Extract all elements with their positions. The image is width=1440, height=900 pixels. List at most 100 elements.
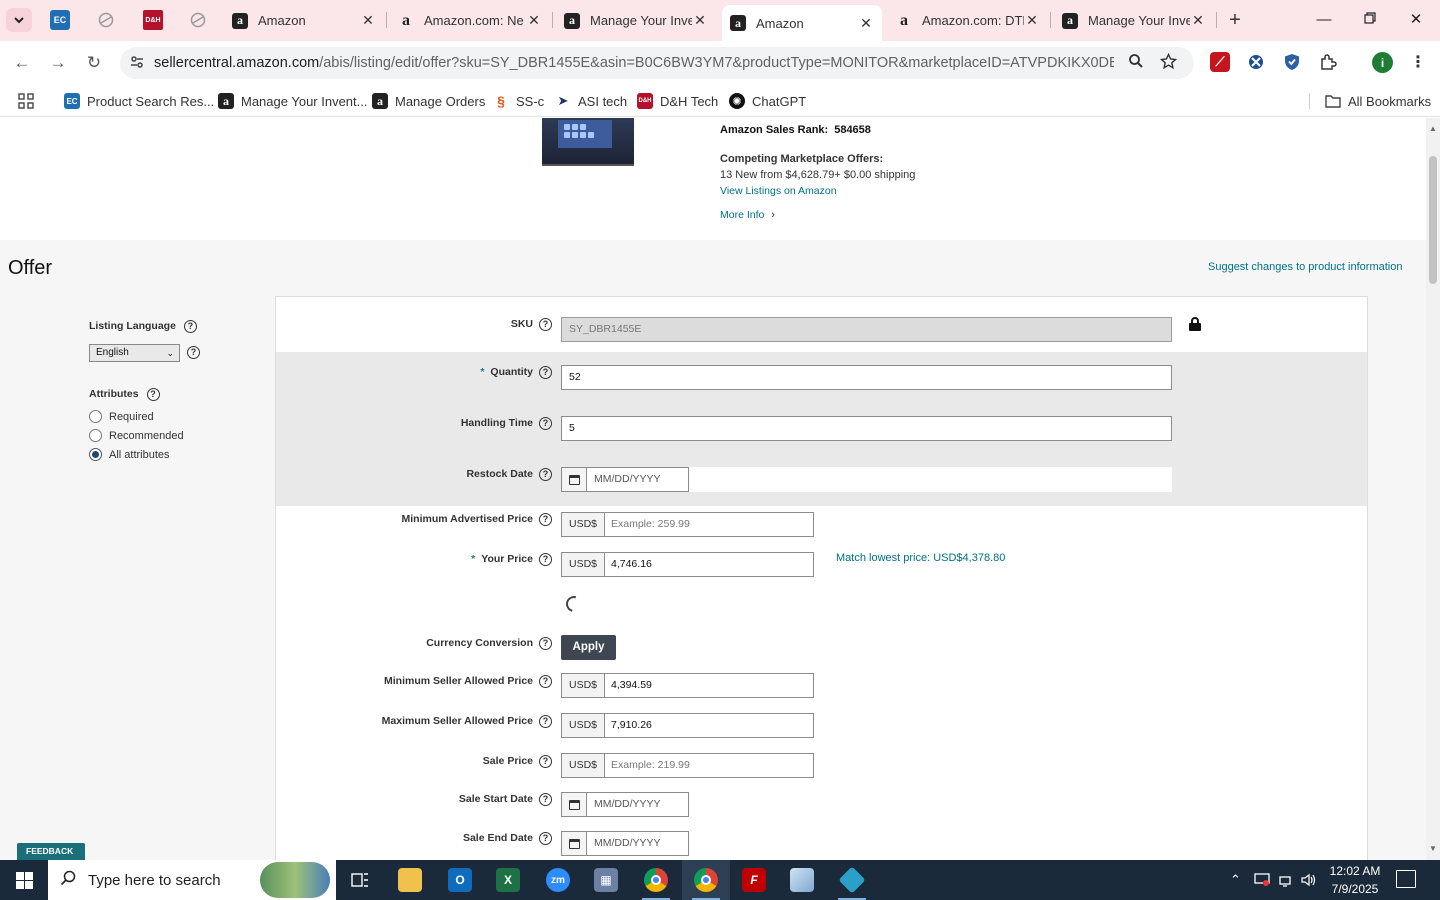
suggest-changes-link[interactable]: Suggest changes to product information [1208, 261, 1402, 273]
attribute-option-recommended[interactable]: Recommended [89, 429, 184, 442]
tab-manage-inventory-1[interactable]: a Manage Your Inve ✕ [556, 5, 716, 36]
close-window-button[interactable]: ✕ [1404, 8, 1428, 32]
forward-button[interactable]: → [46, 51, 70, 75]
bookmark-chatgpt[interactable]: ✺ ChatGPT [729, 92, 806, 110]
close-icon[interactable]: ✕ [360, 12, 376, 29]
start-button[interactable] [0, 860, 48, 900]
more-info-link[interactable]: More Info › [720, 209, 775, 221]
zoom-app[interactable]: zm [534, 860, 582, 900]
calculator-app[interactable]: ▦ [582, 860, 630, 900]
feedback-tab[interactable]: FEEDBACK ✕ [17, 843, 85, 860]
pinned-tab-globe-icon[interactable] [188, 10, 208, 30]
help-icon[interactable]: ? [539, 754, 552, 768]
bookmark-asi-tech[interactable]: ➤ ASI tech [555, 92, 628, 110]
bookmark-manage-inventory[interactable]: a Manage Your Invent... [218, 92, 367, 110]
taskbar-search[interactable]: Type here to search [48, 860, 336, 900]
notification-icon[interactable] [1396, 870, 1416, 888]
attribute-option-required[interactable]: Required [89, 410, 154, 423]
new-tab-button[interactable]: + [1224, 8, 1246, 32]
help-icon[interactable]: ? [539, 714, 552, 728]
tray-overflow-icon[interactable]: ⌃ [1230, 860, 1241, 900]
close-icon[interactable]: ✕ [1190, 12, 1206, 29]
max-seller-price-field[interactable]: USD$ 7,910.26 [561, 713, 814, 738]
bookmark-manage-orders[interactable]: a Manage Orders [372, 92, 485, 110]
url-text[interactable]: sellercentral.amazon.com/abis/listing/ed… [154, 55, 1114, 71]
sale-end-date-field[interactable]: MM/DD/YYYY [561, 831, 689, 856]
scroll-down-icon[interactable]: ▼ [1428, 844, 1438, 854]
map-field[interactable]: USD$ Example: 259.99 [561, 512, 814, 537]
tab-amazon-1[interactable]: a Amazon ✕ [224, 5, 384, 36]
tab-manage-inventory-2[interactable]: a Manage Your Inve ✕ [1054, 5, 1214, 36]
help-icon[interactable]: ? [539, 365, 552, 379]
attribute-option-all[interactable]: All attributes [89, 448, 170, 461]
scroll-up-icon[interactable]: ▲ [1428, 124, 1438, 134]
excel-app[interactable]: X [484, 860, 532, 900]
restock-date-field[interactable]: MM/DD/YYYY [561, 467, 689, 492]
close-icon[interactable]: ✕ [692, 12, 708, 29]
radio-button[interactable] [89, 429, 102, 442]
listing-language-select[interactable]: English ⌄ [89, 344, 180, 362]
tab-amazon-com-2[interactable]: a Amazon.com: DTE ✕ [888, 5, 1048, 36]
bookmark-dh-tech[interactable]: D&H D&H Tech [637, 92, 718, 110]
view-listings-link[interactable]: View Listings on Amazon [720, 185, 837, 197]
radio-button-selected[interactable] [89, 448, 102, 461]
extensions-puzzle-icon[interactable] [1318, 52, 1338, 72]
apps-icon[interactable] [18, 92, 34, 110]
help-icon[interactable]: ? [539, 512, 552, 526]
volume-icon[interactable] [1301, 860, 1317, 900]
remote-app[interactable] [828, 860, 876, 900]
profile-avatar[interactable]: i [1372, 52, 1393, 73]
help-icon[interactable]: ? [187, 346, 200, 359]
help-icon[interactable]: ? [539, 831, 552, 845]
shield-extension-icon[interactable] [1282, 52, 1302, 72]
your-price-field[interactable]: USD$ 4,746.16 [561, 552, 814, 577]
quantity-field[interactable]: 52 [561, 365, 1172, 390]
restore-button[interactable] [1358, 8, 1382, 32]
task-view-button[interactable] [336, 860, 384, 900]
help-icon[interactable]: ? [539, 792, 552, 806]
back-button[interactable]: ← [10, 51, 34, 75]
notes-app[interactable] [778, 860, 826, 900]
help-icon[interactable]: ? [539, 317, 552, 331]
tab-amazon-com-1[interactable]: a Amazon.com: Ne ✕ [390, 5, 550, 36]
help-icon[interactable]: ? [146, 388, 160, 401]
help-icon[interactable]: ? [539, 636, 552, 650]
close-icon[interactable]: ✕ [858, 15, 874, 32]
bookmark-product-search[interactable]: EC Product Search Res... [64, 92, 214, 110]
chrome-app[interactable] [632, 860, 680, 900]
outlook-app[interactable]: O [436, 860, 484, 900]
sale-start-date-field[interactable]: MM/DD/YYYY [561, 792, 689, 817]
calendar-icon[interactable] [562, 793, 587, 816]
network-monitor-icon[interactable] [1254, 860, 1270, 900]
wifi-icon[interactable] [1278, 860, 1294, 900]
calendar-icon[interactable] [562, 832, 587, 855]
filezilla-app[interactable]: F [730, 860, 778, 900]
extension-icon[interactable] [1246, 52, 1266, 72]
all-bookmarks[interactable]: All Bookmarks [1325, 92, 1431, 110]
acrobat-extension-icon[interactable]: ⟋ [1210, 52, 1230, 72]
handling-time-field[interactable]: 5 [561, 416, 1172, 441]
address-bar[interactable]: sellercentral.amazon.com/abis/listing/ed… [120, 47, 1194, 79]
close-icon[interactable]: ✕ [526, 12, 542, 29]
zoom-icon[interactable] [1128, 53, 1144, 73]
bookmark-star-icon[interactable] [1159, 52, 1178, 74]
pinned-tab-globe-icon[interactable] [96, 10, 116, 30]
bookmark-ss-c[interactable]: § SS-c [493, 92, 544, 110]
help-icon[interactable]: ? [183, 320, 197, 333]
pinned-tab-dh-icon[interactable]: D&H [143, 10, 163, 30]
help-icon[interactable]: ? [539, 416, 552, 430]
chrome-profile-app[interactable] [682, 860, 730, 900]
site-info-icon[interactable] [120, 55, 154, 72]
tab-search-button[interactable] [6, 8, 32, 32]
radio-button[interactable] [89, 410, 102, 423]
file-explorer-app[interactable] [386, 860, 434, 900]
reload-button[interactable]: ↻ [82, 51, 106, 75]
help-icon[interactable]: ? [539, 674, 552, 688]
help-icon[interactable]: ? [539, 467, 552, 481]
min-seller-price-field[interactable]: USD$ 4,394.59 [561, 673, 814, 698]
scroll-thumb[interactable] [1429, 156, 1437, 284]
minimize-button[interactable]: — [1312, 8, 1336, 32]
calendar-icon[interactable] [562, 468, 587, 491]
pinned-tab-ec-icon[interactable]: EC [50, 10, 70, 30]
help-icon[interactable]: ? [539, 552, 552, 566]
